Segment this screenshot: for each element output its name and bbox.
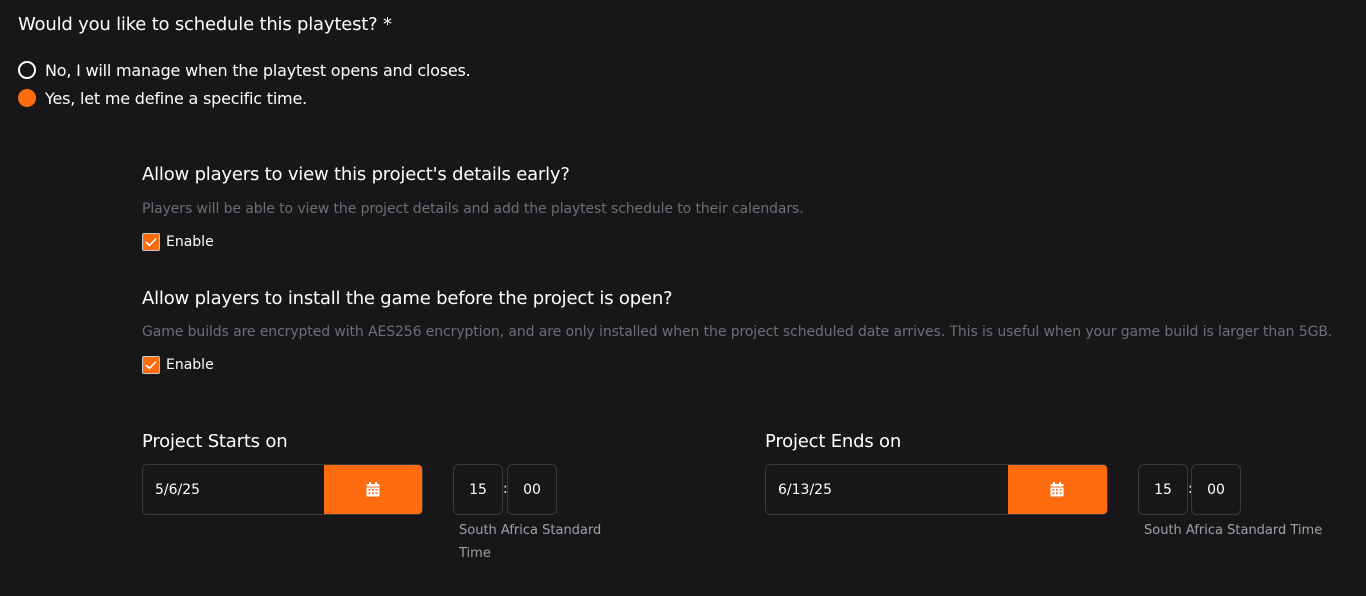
end-date-input[interactable] <box>766 465 1008 514</box>
end-minute-input[interactable] <box>1192 481 1240 498</box>
schedule-playtest-page: Would you like to schedule this playtest… <box>0 0 1366 596</box>
radio-unchecked-icon[interactable] <box>18 61 36 79</box>
start-hour-box <box>453 464 503 515</box>
early-install-checkbox-row[interactable]: Enable <box>142 356 214 374</box>
end-hour-input[interactable] <box>1139 481 1187 498</box>
schedule-question: Would you like to schedule this playtest… <box>18 14 392 35</box>
early-view-checkbox-row[interactable]: Enable <box>142 233 214 251</box>
end-hour-box <box>1138 464 1188 515</box>
early-view-checkbox[interactable] <box>142 233 160 251</box>
end-timezone: South Africa Standard Time <box>1144 523 1323 538</box>
start-timezone: South Africa Standard Time <box>459 523 602 561</box>
start-minute-box <box>507 464 557 515</box>
start-calendar-button[interactable] <box>324 465 422 514</box>
early-install-title: Allow players to install the game before… <box>142 288 673 309</box>
radio-checked-icon[interactable] <box>18 89 36 107</box>
early-install-checkbox[interactable] <box>142 356 160 374</box>
start-date-input[interactable] <box>143 465 324 514</box>
end-date-label: Project Ends on <box>765 431 902 452</box>
radio-label-manual: No, I will manage when the playtest open… <box>45 60 471 80</box>
radio-option-scheduled[interactable]: Yes, let me define a specific time. <box>18 87 307 109</box>
calendar-icon <box>1050 482 1064 497</box>
start-hour-input[interactable] <box>454 481 502 498</box>
radio-option-manual[interactable]: No, I will manage when the playtest open… <box>18 59 471 81</box>
check-icon <box>145 237 157 247</box>
end-date-field <box>765 464 1108 515</box>
early-view-checkbox-label: Enable <box>166 234 214 250</box>
start-date-field <box>142 464 423 515</box>
check-icon <box>145 360 157 370</box>
start-minute-input[interactable] <box>508 481 556 498</box>
end-calendar-button[interactable] <box>1007 465 1107 514</box>
start-date-label: Project Starts on <box>142 431 288 452</box>
early-view-description: Players will be able to view the project… <box>142 201 804 217</box>
calendar-icon <box>366 482 380 497</box>
early-install-checkbox-label: Enable <box>166 357 214 373</box>
end-minute-box <box>1191 464 1241 515</box>
early-view-title: Allow players to view this project's det… <box>142 164 570 185</box>
radio-label-scheduled: Yes, let me define a specific time. <box>45 88 307 108</box>
early-install-description: Game builds are encrypted with AES256 en… <box>142 324 1333 340</box>
